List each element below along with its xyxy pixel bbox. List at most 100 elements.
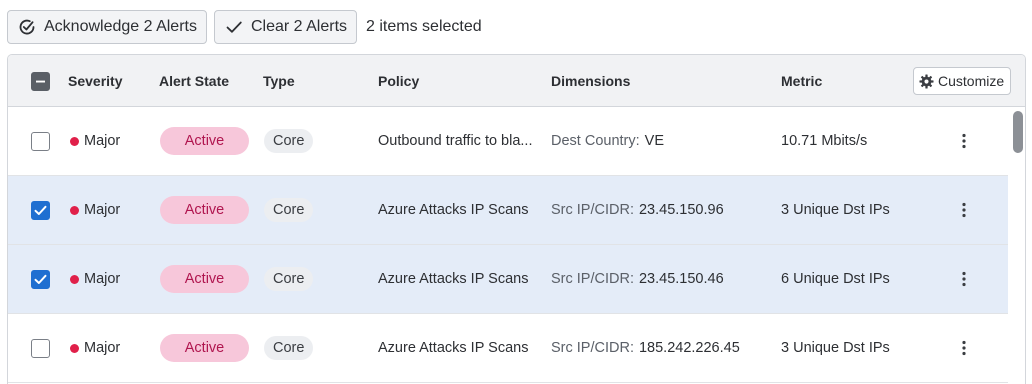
severity-dot-icon [70, 343, 79, 353]
select-all-cell [31, 55, 50, 107]
metric-value: 3 Unique Dst IPs [781, 202, 890, 218]
dimension-label: Dest Country: [551, 133, 640, 149]
acknowledge-alerts-button[interactable]: Acknowledge 2 Alerts [7, 10, 207, 44]
severity-dot-icon [70, 274, 79, 284]
clear-alerts-button[interactable]: Clear 2 Alerts [213, 10, 358, 44]
dimensions-cell: Src IP/CIDR: 185.242.226.45 [551, 314, 740, 382]
severity-label: Major [84, 340, 121, 356]
table-row[interactable]: Major Active Core Azure Attacks IP Scans… [8, 176, 1008, 245]
row-checkbox[interactable] [31, 200, 50, 220]
type-cell: Core [264, 245, 314, 313]
customize-columns-button[interactable]: Customize [913, 67, 1012, 95]
policy-cell: Azure Attacks IP Scans [378, 314, 528, 382]
policy-cell: Azure Attacks IP Scans [378, 176, 528, 244]
type-cell: Core [264, 176, 314, 244]
kebab-menu-icon[interactable] [954, 269, 974, 289]
selection-count: 2 items selected [366, 18, 482, 35]
dimension-label: Src IP/CIDR: [551, 271, 634, 287]
table-row[interactable]: Major Active Core Azure Attacks IP Scans… [8, 245, 1008, 314]
table-row[interactable]: Major Active Core Azure Attacks IP Scans… [8, 314, 1008, 383]
status-badge: Active [160, 127, 249, 155]
row-checkbox[interactable] [31, 131, 50, 151]
metric-value: 3 Unique Dst IPs [781, 340, 890, 356]
kebab-menu-icon[interactable] [954, 131, 974, 151]
column-header-dimensions[interactable]: Dimensions [551, 55, 630, 107]
severity-label: Major [84, 271, 121, 287]
bulk-action-toolbar: Acknowledge 2 Alerts Clear 2 Alerts 2 it… [7, 10, 482, 44]
type-badge: Core [264, 267, 314, 291]
vertical-scrollbar[interactable] [1009, 107, 1025, 384]
row-actions-cell [954, 245, 974, 313]
row-checkbox[interactable] [31, 338, 50, 358]
column-header-type[interactable]: Type [263, 55, 295, 107]
severity-dot-icon [70, 136, 79, 146]
table-header: Severity Alert State Type Policy Dimensi… [8, 55, 1025, 107]
policy-cell: Azure Attacks IP Scans [378, 245, 528, 313]
column-header-alert-state[interactable]: Alert State [159, 55, 229, 107]
dimensions-cell: Src IP/CIDR: 23.45.150.46 [551, 245, 724, 313]
policy-cell: Outbound traffic to bla... [378, 107, 533, 175]
severity-label: Major [84, 202, 121, 218]
dimension-value: 23.45.150.96 [638, 202, 724, 218]
metric-cell: 10.71 Mbits/s [781, 107, 867, 175]
metric-cell: 3 Unique Dst IPs [781, 314, 890, 382]
checkmark-icon [224, 17, 244, 37]
row-checkbox[interactable] [31, 269, 50, 289]
row-actions-cell [954, 176, 974, 244]
circular-check-icon [17, 17, 37, 37]
severity-cell: Major [70, 314, 120, 382]
status-badge: Active [160, 196, 249, 224]
metric-cell: 6 Unique Dst IPs [781, 245, 890, 313]
dimension-value: 185.242.226.45 [638, 340, 740, 356]
row-select-cell [31, 245, 50, 313]
select-all-checkbox[interactable] [31, 71, 50, 91]
status-badge: Active [160, 334, 249, 362]
alert-state-cell: Active [160, 107, 249, 175]
row-actions-cell [954, 314, 974, 382]
row-select-cell [31, 314, 50, 382]
column-header-severity[interactable]: Severity [68, 55, 122, 107]
policy-name[interactable]: Azure Attacks IP Scans [378, 202, 528, 218]
dimension-label: Src IP/CIDR: [551, 202, 634, 218]
status-badge: Active [160, 265, 249, 293]
acknowledge-alerts-label: Acknowledge 2 Alerts [44, 18, 197, 35]
type-badge: Core [264, 198, 314, 222]
gear-icon [919, 73, 934, 89]
dimension-label: Src IP/CIDR: [551, 340, 634, 356]
customize-label: Customize [938, 73, 1005, 89]
column-header-metric[interactable]: Metric [781, 55, 822, 107]
kebab-menu-icon[interactable] [954, 338, 974, 358]
kebab-menu-icon[interactable] [954, 200, 974, 220]
minus-icon [36, 80, 45, 82]
severity-cell: Major [70, 245, 120, 313]
checkmark-icon [34, 205, 47, 215]
dimension-value: 23.45.150.46 [638, 271, 724, 287]
metric-cell: 3 Unique Dst IPs [781, 176, 890, 244]
metric-value: 6 Unique Dst IPs [781, 271, 890, 287]
column-header-policy[interactable]: Policy [378, 55, 419, 107]
clear-alerts-label: Clear 2 Alerts [250, 18, 348, 35]
type-badge: Core [264, 336, 314, 360]
metric-value: 10.71 Mbits/s [781, 133, 868, 149]
severity-cell: Major [70, 176, 120, 244]
alert-state-cell: Active [160, 176, 249, 244]
policy-name[interactable]: Outbound traffic to bla... [378, 133, 533, 149]
alert-state-cell: Active [160, 245, 249, 313]
policy-name[interactable]: Azure Attacks IP Scans [378, 340, 528, 356]
row-actions-cell [954, 107, 974, 175]
dimensions-cell: Src IP/CIDR: 23.45.150.96 [551, 176, 724, 244]
checkmark-icon [34, 274, 47, 284]
policy-name[interactable]: Azure Attacks IP Scans [378, 271, 528, 287]
type-badge: Core [264, 129, 314, 153]
dimensions-cell: Dest Country: VE [551, 107, 664, 175]
row-select-cell [31, 107, 50, 175]
severity-cell: Major [70, 107, 120, 175]
severity-label: Major [84, 133, 121, 149]
row-select-cell [31, 176, 50, 244]
severity-dot-icon [70, 205, 79, 215]
table-row[interactable]: Major Active Core Outbound traffic to bl… [8, 107, 1008, 176]
type-cell: Core [264, 314, 314, 382]
dimension-value: VE [644, 133, 664, 149]
alerts-table: Severity Alert State Type Policy Dimensi… [7, 54, 1026, 384]
scrollbar-thumb[interactable] [1013, 111, 1023, 153]
